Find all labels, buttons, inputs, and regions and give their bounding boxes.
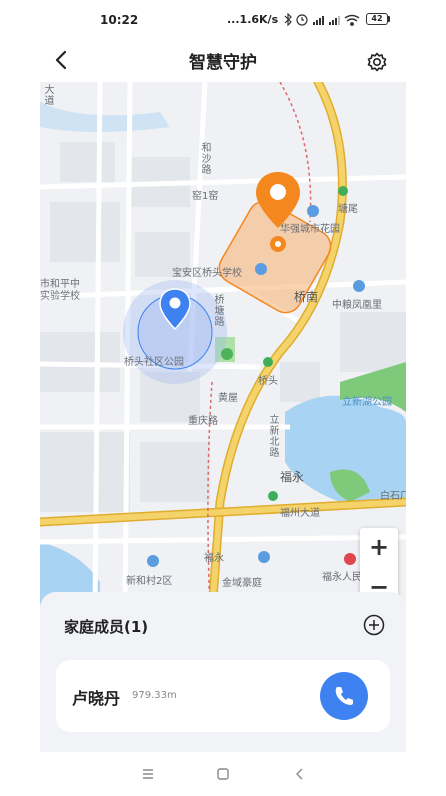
map-label: 白石厂	[380, 491, 406, 502]
member-distance: 979.33m	[132, 690, 177, 701]
battery-icon: 42	[366, 13, 388, 25]
user-location-pin-icon[interactable]	[157, 287, 193, 331]
members-title: 家庭成员(1)	[64, 618, 149, 636]
alarm-icon	[296, 14, 308, 26]
map-label: 窑1窑	[192, 191, 219, 202]
map-label: 金域豪庭	[222, 578, 262, 589]
map-label: 桥头社区公园	[124, 357, 184, 368]
wifi-icon	[344, 14, 360, 26]
bluetooth-icon	[284, 13, 292, 27]
map-label: 中粮凤凰里	[332, 300, 382, 311]
back-nav-icon[interactable]	[292, 766, 308, 782]
header: 智慧守护	[0, 40, 446, 80]
metro-icon	[338, 186, 348, 196]
map-label: 塘尾	[338, 204, 358, 215]
map-label: 立新北路	[267, 414, 278, 458]
map-label: 福永	[204, 553, 224, 564]
home-icon[interactable]	[215, 766, 231, 782]
poi-icon	[258, 551, 270, 563]
map-label: 宝安区桥头学校	[172, 268, 242, 279]
status-icons	[284, 13, 360, 27]
zoom-in-button[interactable]: +	[360, 528, 398, 566]
metro-icon	[268, 491, 278, 501]
member-name: 卢晓丹	[72, 689, 121, 708]
menu-icon[interactable]	[140, 766, 156, 782]
map-label: 福州大道	[280, 508, 320, 519]
map-label: 华强城市花园	[280, 224, 340, 235]
poi-icon	[255, 263, 267, 275]
map-label: 桥塘路	[212, 294, 223, 327]
signal-icon	[313, 16, 324, 25]
plus-circle-icon[interactable]	[363, 614, 385, 636]
network-speed: ...1.6K/s	[227, 13, 279, 26]
map-label: 和沙路	[199, 142, 210, 175]
map-view[interactable]: 大道 和沙路 窑1窑 塘尾 华强城市花园 市和平中 实验学校 宝安区桥头学校 桥…	[40, 82, 406, 612]
map-label: 大道	[42, 84, 53, 106]
family-panel: 家庭成员(1) 卢晓丹 979.33m	[40, 592, 406, 752]
call-button[interactable]	[320, 672, 368, 720]
map-label: 桥头	[258, 376, 278, 387]
map-label: 实验学校	[40, 291, 80, 302]
hospital-icon	[344, 553, 356, 565]
gear-icon[interactable]	[365, 50, 389, 74]
poi-icon	[147, 555, 159, 567]
park-icon	[221, 348, 233, 360]
map-label: 重庆路	[188, 416, 218, 427]
member-card[interactable]: 卢晓丹 979.33m	[56, 660, 390, 732]
metro-icon	[263, 357, 273, 367]
status-bar: 10:22 ...1.6K/s 42	[0, 0, 446, 40]
map-label: 新和村2区	[126, 576, 173, 587]
phone-icon	[335, 687, 353, 705]
poi-icon	[353, 280, 365, 292]
signal2-icon	[329, 16, 340, 25]
map-label: 黄屋	[218, 393, 238, 404]
system-nav-bar	[0, 752, 446, 796]
map-label: 桥南	[294, 290, 319, 304]
poi-icon	[307, 205, 319, 217]
battery-tip	[388, 16, 390, 22]
map-label: 福永	[280, 470, 305, 484]
map-label: 立新湖公园	[342, 397, 392, 408]
status-time: 10:22	[100, 13, 139, 27]
